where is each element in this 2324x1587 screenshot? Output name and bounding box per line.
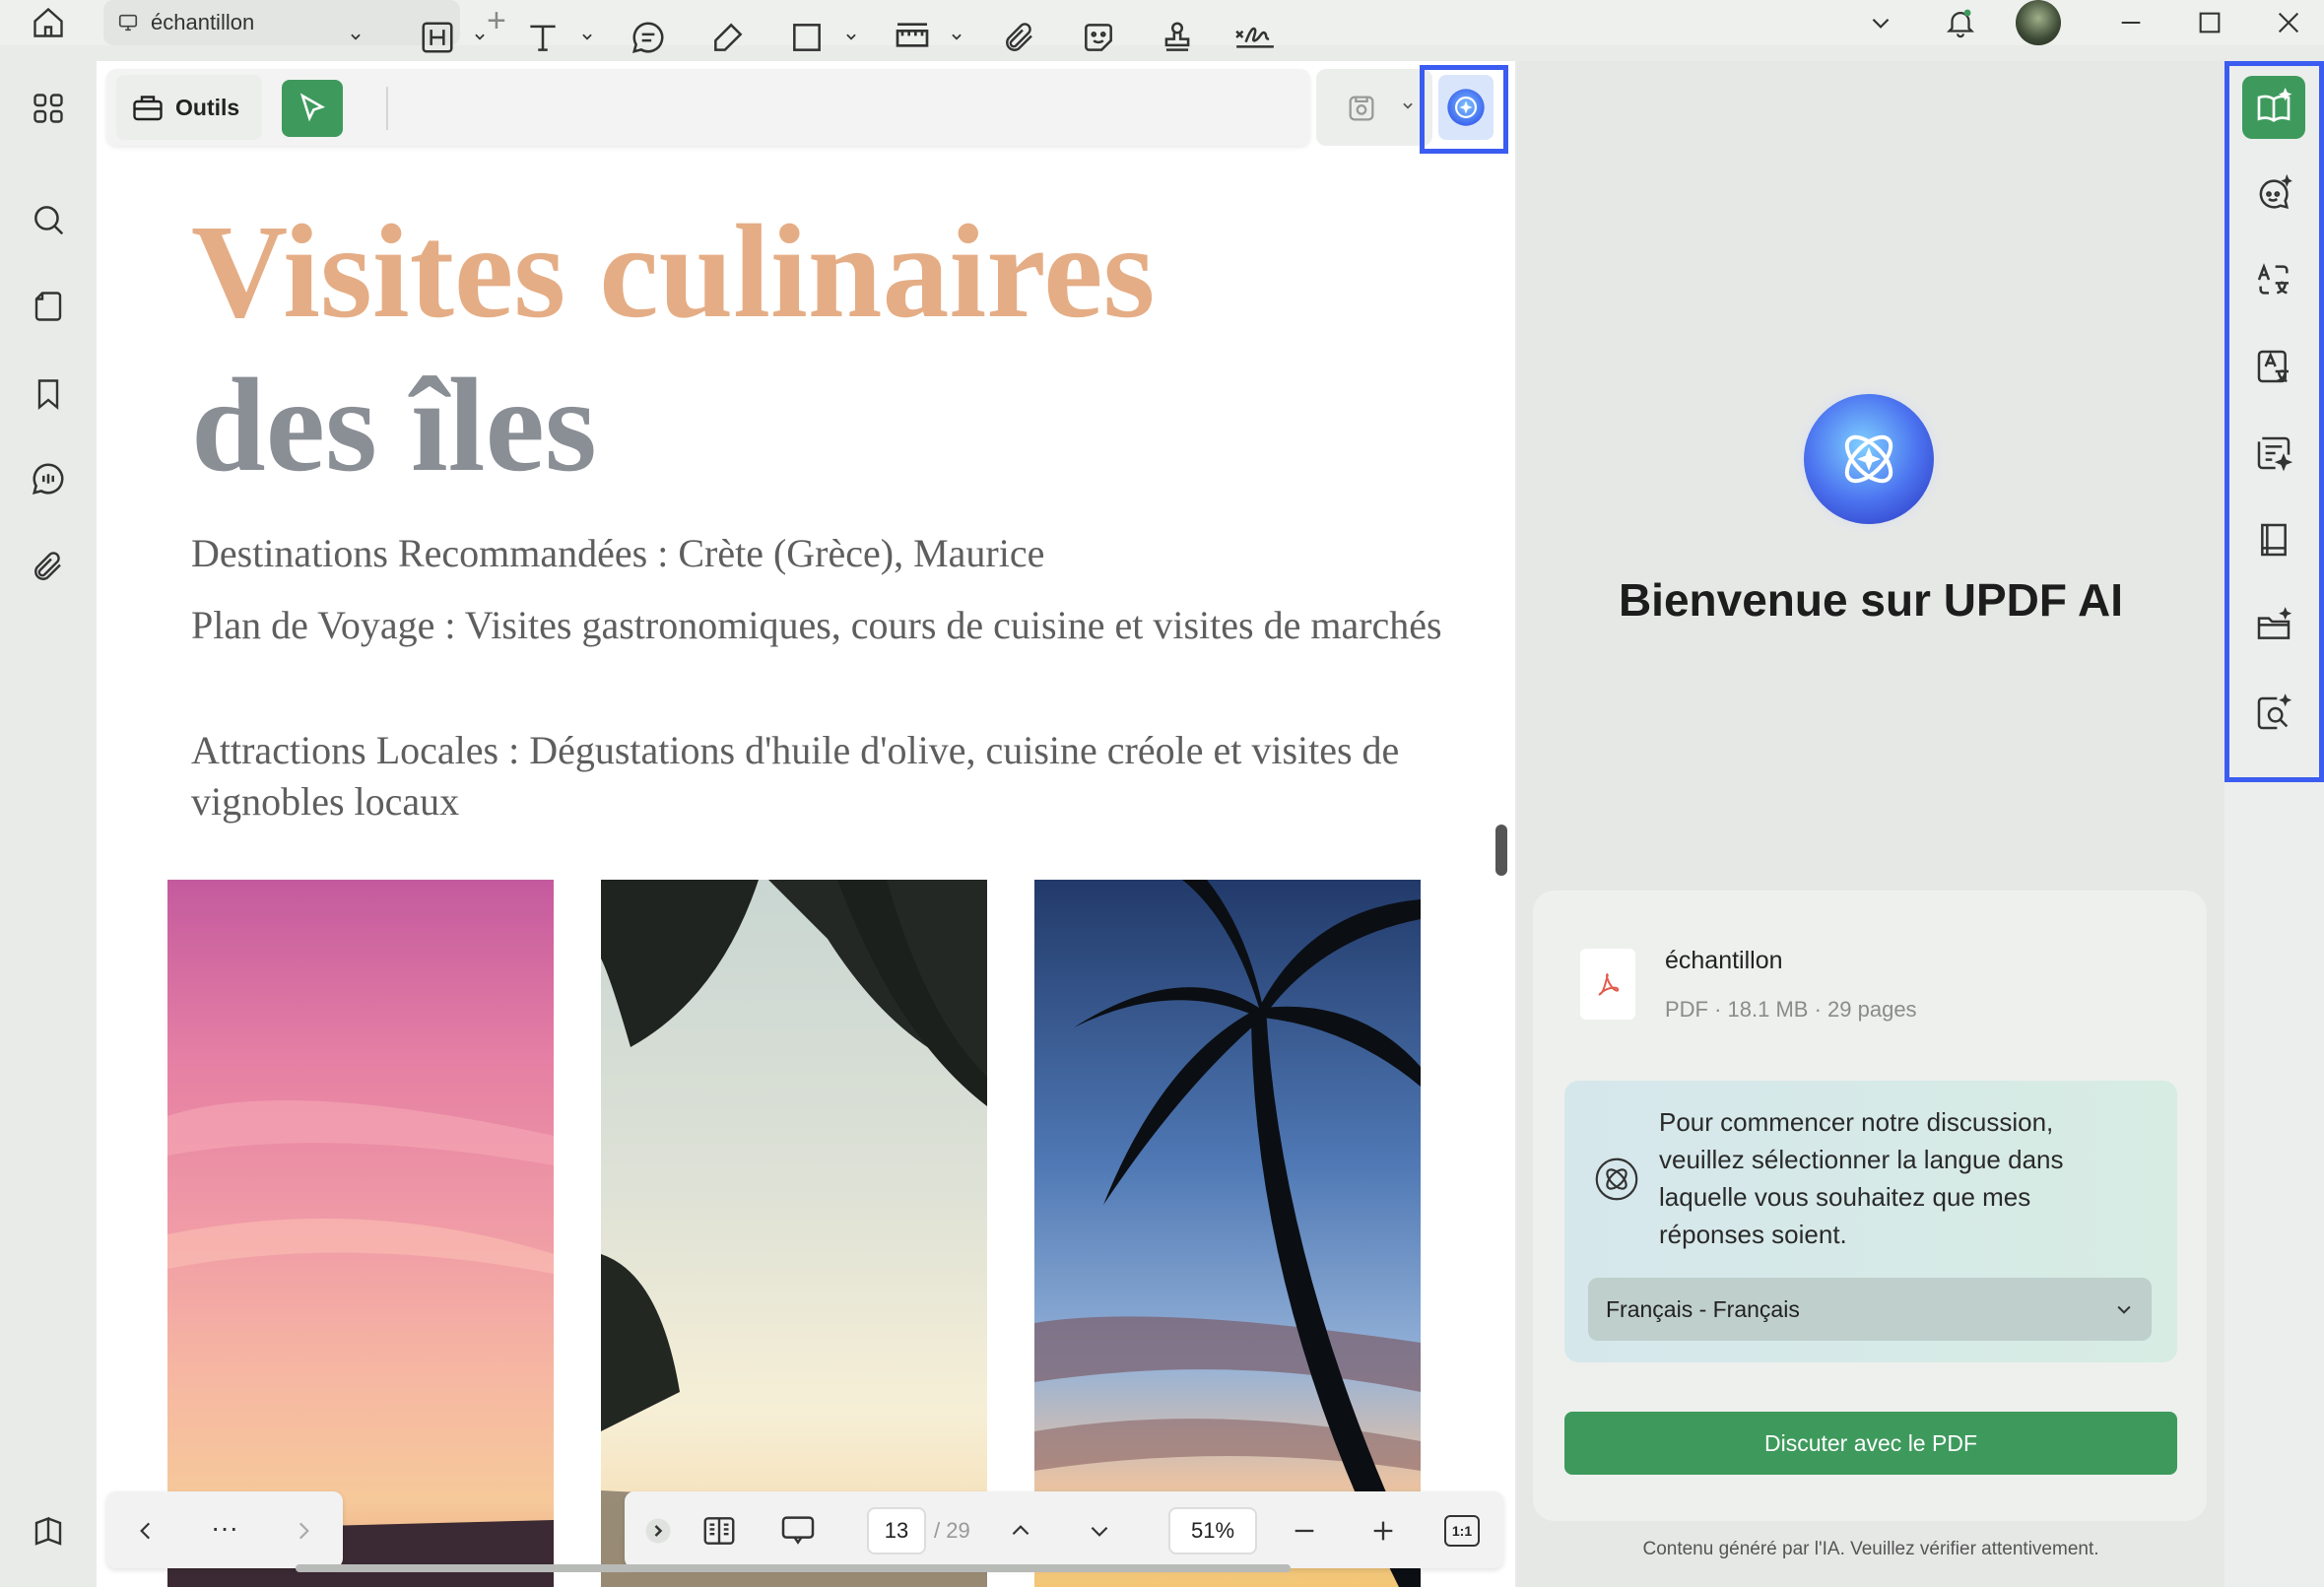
- ai-button-highlight: [1420, 65, 1508, 154]
- avatar[interactable]: [2016, 0, 2061, 45]
- highlight-tool-icon[interactable]: [414, 14, 461, 61]
- doc-paragraph: Destinations Recommandées : Crète (Grèce…: [191, 531, 1045, 575]
- attachment-icon[interactable]: [24, 542, 73, 591]
- language-select-value: Français - Français: [1606, 1295, 1800, 1322]
- chevron-left-icon[interactable]: [122, 1507, 169, 1554]
- home-icon[interactable]: [26, 0, 71, 45]
- new-tab-button[interactable]: +: [487, 2, 506, 40]
- current-page-input[interactable]: 13: [867, 1507, 926, 1554]
- more-options-button[interactable]: ···: [201, 1512, 248, 1544]
- text-tool-icon[interactable]: [519, 14, 566, 61]
- sticker-icon[interactable]: [1075, 14, 1122, 61]
- chevron-right-icon[interactable]: [280, 1507, 327, 1554]
- document-tab[interactable]: échantillon: [103, 0, 460, 45]
- minimize-icon[interactable]: [2108, 0, 2154, 45]
- text-dropdown-icon[interactable]: [578, 26, 596, 47]
- signature-icon[interactable]: [1231, 14, 1279, 61]
- rectangle-tool-icon[interactable]: [783, 14, 830, 61]
- chevron-down-icon: [2114, 1299, 2134, 1319]
- expand-arrow-icon[interactable]: [634, 1507, 682, 1554]
- layers-icon[interactable]: [24, 1507, 73, 1556]
- comment-tool-icon[interactable]: [625, 14, 672, 61]
- pdf-file-icon: [1580, 949, 1635, 1020]
- save-dropdown-icon[interactable]: [1399, 95, 1417, 116]
- zoom-out-icon[interactable]: [1281, 1507, 1328, 1554]
- monitor-icon: [117, 12, 139, 33]
- chat-with-pdf-button[interactable]: Discuter avec le PDF: [1564, 1412, 2177, 1475]
- bookmark-icon[interactable]: [24, 369, 73, 419]
- page-layout-icon[interactable]: [696, 1507, 743, 1554]
- stamp-icon[interactable]: [1154, 14, 1201, 61]
- comments-icon[interactable]: [24, 454, 73, 503]
- palm-tree-photo: [1034, 880, 1421, 1587]
- ai-disclaimer: Contenu généré par l'IA. Veuillez vérifi…: [1642, 1539, 2099, 1559]
- language-select[interactable]: Français - Français: [1588, 1278, 2152, 1341]
- page-icon[interactable]: [24, 282, 73, 331]
- horizontal-scrollbar[interactable]: [296, 1564, 1291, 1572]
- palm-leaves-photo: [601, 880, 987, 1587]
- right-rail-highlight: [2224, 61, 2324, 782]
- bell-icon[interactable]: [1938, 0, 1983, 45]
- ai-assistant-icon: [1590, 1153, 1645, 1208]
- ai-welcome-heading: Bienvenue sur UPDF AI: [1618, 574, 2124, 626]
- select-tool-dropdown-icon[interactable]: [347, 26, 365, 47]
- cursor-icon: [296, 92, 329, 125]
- doc-title-line1: Visites culinaires: [191, 198, 1156, 346]
- select-tool-button[interactable]: [282, 80, 343, 137]
- tools-button[interactable]: Outils: [116, 75, 262, 140]
- chevron-down-icon[interactable]: [1858, 0, 1903, 45]
- language-prompt-text: Pour commencer notre discussion, veuille…: [1659, 1107, 2064, 1249]
- thumbnails-icon[interactable]: [24, 84, 73, 133]
- doc-paragraph: Plan de Voyage : Visites gastronomiques,…: [191, 603, 1442, 647]
- doc-title-line2: des îles: [191, 352, 597, 499]
- doc-paragraph: Attractions Locales : Dégustations d'hui…: [191, 728, 1400, 824]
- file-meta: PDF · 18.1 MB · 29 pages: [1665, 997, 1917, 1022]
- total-pages: / 29: [934, 1518, 970, 1543]
- file-name: échantillon: [1665, 947, 1783, 974]
- tab-title: échantillon: [151, 10, 255, 34]
- highlight-dropdown-icon[interactable]: [471, 26, 489, 47]
- sunset-sky-photo: [167, 880, 554, 1587]
- search-icon[interactable]: [24, 195, 73, 244]
- tools-label: Outils: [175, 94, 240, 120]
- paperclip-icon[interactable]: [996, 14, 1043, 61]
- ai-logo-large-icon: [1788, 378, 1950, 540]
- chevron-down-nav-icon[interactable]: [1076, 1507, 1123, 1554]
- actual-size-button[interactable]: 1:1: [1444, 1515, 1480, 1547]
- close-icon[interactable]: [2266, 0, 2311, 45]
- measure-dropdown-icon[interactable]: [948, 26, 965, 47]
- chevron-up-icon[interactable]: [997, 1507, 1044, 1554]
- measure-tool-icon[interactable]: [889, 14, 936, 61]
- maximize-icon[interactable]: [2187, 0, 2232, 45]
- zoom-in-icon[interactable]: [1360, 1507, 1407, 1554]
- shape-dropdown-icon[interactable]: [842, 26, 860, 47]
- zoom-level-field[interactable]: 51%: [1168, 1507, 1257, 1554]
- save-icon[interactable]: [1338, 85, 1385, 132]
- toolbar-divider: [386, 87, 388, 130]
- toolbox-icon: [130, 90, 166, 125]
- pencil-icon[interactable]: [704, 14, 752, 61]
- vertical-scrollbar[interactable]: [1495, 825, 1507, 876]
- presentation-icon[interactable]: [774, 1507, 822, 1554]
